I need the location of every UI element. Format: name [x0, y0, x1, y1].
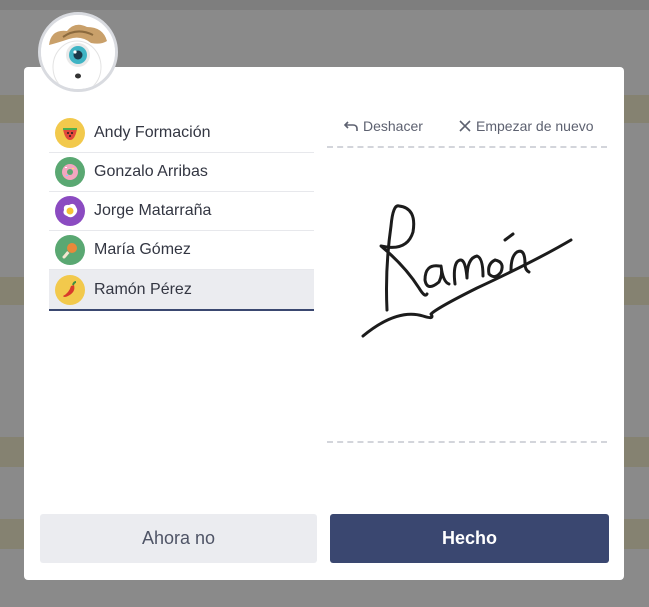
background-stripe: [0, 0, 649, 10]
user-list: Andy Formación Gonzalo Arribas Jorge Mat…: [49, 114, 314, 311]
mascot-avatar: [38, 12, 118, 92]
fried-egg-icon: [55, 196, 85, 226]
clear-button[interactable]: Empezar de nuevo: [458, 118, 594, 134]
signature-toolbar: Deshacer Empezar de nuevo: [343, 115, 607, 139]
user-item-ramon[interactable]: Ramón Pérez: [49, 270, 314, 311]
done-button[interactable]: Hecho: [330, 514, 609, 563]
close-icon: [459, 120, 471, 132]
user-item-gonzalo[interactable]: Gonzalo Arribas: [49, 153, 314, 192]
clear-label: Empezar de nuevo: [476, 118, 594, 134]
signature-dialog: Andy Formación Gonzalo Arribas Jorge Mat…: [24, 67, 624, 580]
user-name: Ramón Pérez: [94, 280, 192, 298]
user-name: Gonzalo Arribas: [94, 163, 208, 180]
user-item-jorge[interactable]: Jorge Matarraña: [49, 192, 314, 231]
signature-canvas[interactable]: [327, 146, 607, 443]
signature-drawing: [361, 204, 573, 338]
undo-icon: [343, 121, 358, 131]
undo-label: Deshacer: [363, 118, 423, 134]
undo-button[interactable]: Deshacer: [343, 118, 423, 134]
not-now-button[interactable]: Ahora no: [40, 514, 317, 563]
chili-pepper-icon: [55, 274, 85, 305]
user-name: Andy Formación: [94, 124, 211, 141]
user-item-maria[interactable]: María Gómez: [49, 231, 314, 270]
user-item-andy[interactable]: Andy Formación: [49, 114, 314, 153]
user-name: María Gómez: [94, 241, 191, 258]
chicken-leg-icon: [55, 235, 85, 265]
donut-icon: [55, 157, 85, 187]
watermelon-icon: [55, 118, 85, 148]
user-name: Jorge Matarraña: [94, 202, 212, 219]
